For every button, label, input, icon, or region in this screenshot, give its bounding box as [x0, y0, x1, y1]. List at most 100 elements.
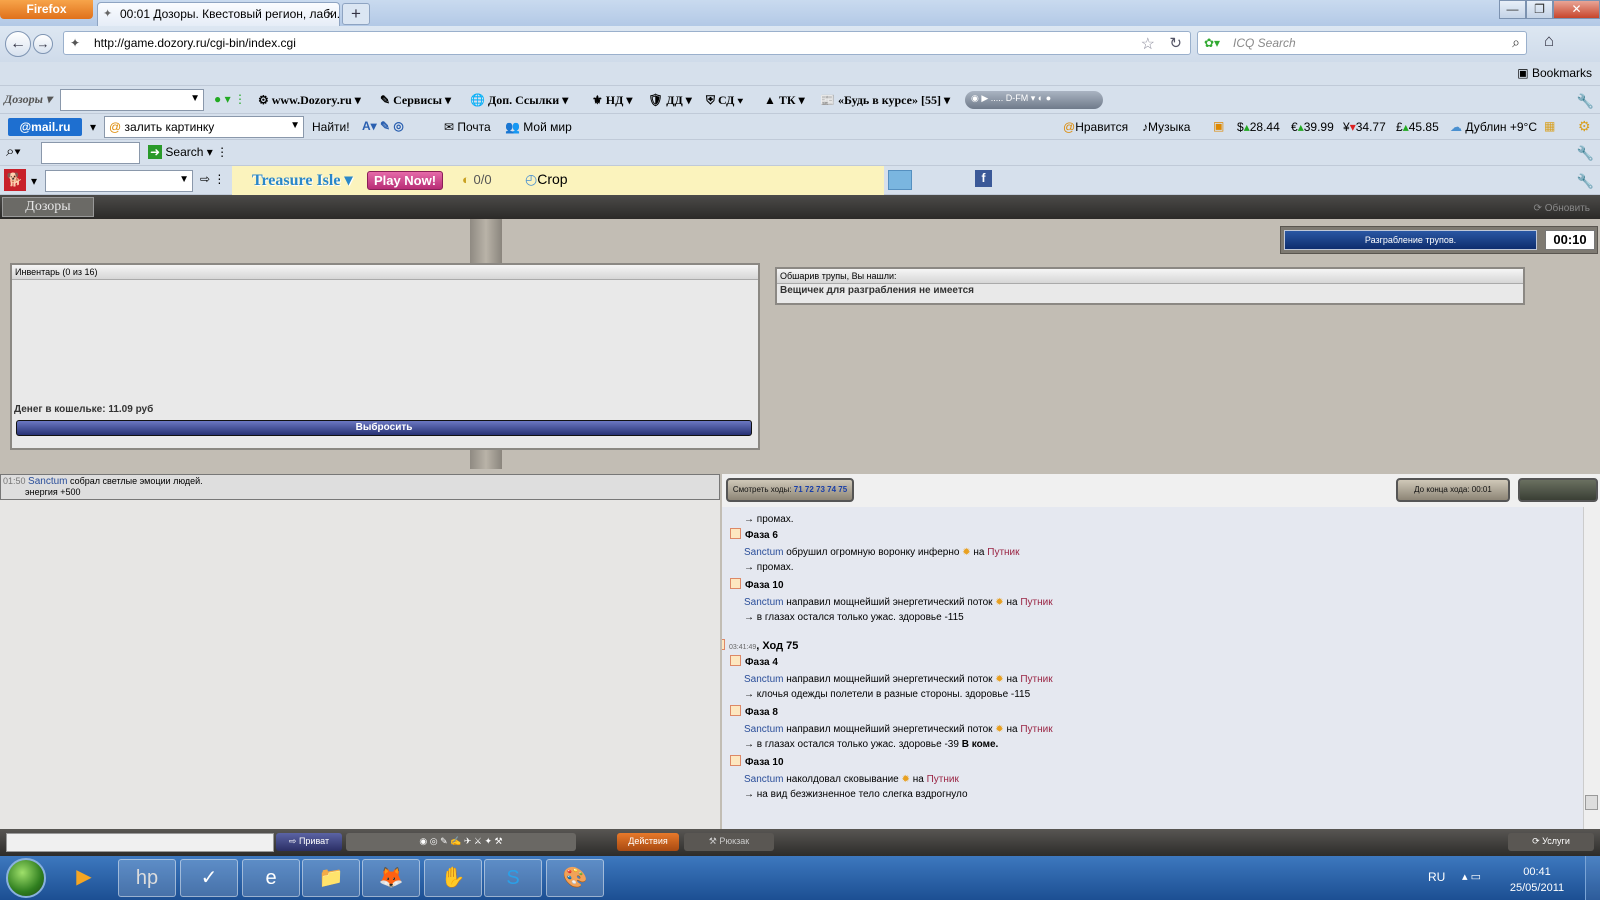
search-icon[interactable]: ⌕: [1512, 34, 1520, 51]
links-menu[interactable]: 🌐 Доп. Ссылки ▾: [470, 93, 568, 108]
picture-icon[interactable]: [888, 170, 912, 190]
start-button[interactable]: [6, 858, 46, 898]
tab-active[interactable]: ✦ 00:01 Дозоры. Квестовый регион, лаби..…: [97, 2, 340, 26]
wrench-icon[interactable]: 🔧: [1577, 93, 1594, 110]
font-icon[interactable]: A▾ ✎ ◎: [362, 119, 404, 133]
view-moves-numbers[interactable]: 71 72 73 74 75: [794, 485, 847, 494]
mail-link[interactable]: ✉ Почта: [444, 120, 491, 134]
toolbar-search-input[interactable]: [41, 142, 140, 164]
target-name[interactable]: Путник: [1020, 674, 1052, 685]
search-engine-icon[interactable]: ✿▾: [1204, 36, 1220, 50]
find-button[interactable]: Найти!: [312, 120, 350, 134]
go-icon[interactable]: ● ▾ ⋮: [214, 92, 246, 106]
sd-menu[interactable]: ⛨ СД ▾: [706, 93, 743, 108]
refresh-button[interactable]: ⟳ Обновить: [1534, 203, 1590, 214]
facebook-icon[interactable]: f: [975, 170, 992, 187]
chat-author[interactable]: Sanctum: [28, 476, 67, 487]
bookmarks-menu[interactable]: ▣ Bookmarks: [1517, 66, 1592, 80]
treasure-isle-logo[interactable]: Treasure Isle ▾: [252, 170, 352, 190]
game-search-input[interactable]: ▼: [45, 170, 193, 192]
log-scrollbar[interactable]: [1583, 507, 1600, 829]
jpy-rate[interactable]: ¥▾34.77: [1343, 120, 1386, 134]
coin-counter[interactable]: ◐ 0/0: [462, 172, 492, 187]
actor-name[interactable]: Sanctum: [744, 547, 783, 558]
dozory-search-input[interactable]: ▼: [60, 89, 204, 111]
wrench-icon-2[interactable]: 🔧: [1577, 145, 1594, 162]
music-link[interactable]: ♪Музыка: [1142, 120, 1190, 134]
myworld-link[interactable]: 👥 Мой мир: [505, 120, 572, 134]
url-bar[interactable]: ✦ http://game.dozory.ru/cgi-bin/index.cg…: [63, 31, 1191, 55]
actor-name[interactable]: Sanctum: [744, 674, 783, 685]
dozory-logo[interactable]: Дозоры ▾: [4, 92, 52, 107]
taskbar-app-icon[interactable]: ▶: [55, 859, 113, 897]
mail-notify-icon[interactable]: ▣: [1213, 119, 1224, 133]
taskbar-app-icon[interactable]: hp: [118, 859, 176, 897]
dog-logo-icon[interactable]: 🐕: [4, 169, 26, 191]
backpack-button[interactable]: ⚒ Рюкзак: [684, 833, 774, 851]
tk-menu[interactable]: ▲ ТК ▾: [764, 93, 805, 108]
news-menu[interactable]: 📰 «Будь в курсе» [55] ▾: [820, 93, 950, 108]
restore-button[interactable]: ❐: [1526, 0, 1553, 19]
like-link[interactable]: @Нравится: [1063, 120, 1128, 134]
private-button[interactable]: ⇨ Приват: [276, 833, 342, 851]
tray-icons[interactable]: ▴ ▭: [1462, 870, 1481, 883]
settings-gear-icon[interactable]: ⚙: [1578, 118, 1591, 135]
actions-button[interactable]: Действия: [617, 833, 679, 851]
play-now-button[interactable]: Play Now!: [367, 171, 443, 190]
taskbar-app-icon[interactable]: 🎨: [546, 859, 604, 897]
services-menu[interactable]: ✎ Сервисы ▾: [380, 93, 451, 108]
radio-player[interactable]: ◉ ▶ ..... D-FM ▾ ◐ ●: [965, 91, 1103, 109]
firefox-menu-button[interactable]: Firefox: [0, 0, 93, 19]
upload-image-input[interactable]: @ залить картинку ▼: [104, 116, 304, 138]
eur-rate[interactable]: €▴39.99: [1291, 120, 1334, 134]
chat-input[interactable]: [6, 833, 274, 852]
actor-name[interactable]: Sanctum: [744, 597, 783, 608]
language-indicator[interactable]: RU: [1428, 870, 1445, 884]
log-scroll-thumb[interactable]: [1585, 795, 1598, 810]
usd-rate[interactable]: $▴28.44: [1237, 120, 1280, 134]
target-name[interactable]: Путник: [1020, 597, 1052, 608]
actor-name[interactable]: Sanctum: [744, 724, 783, 735]
game-logo[interactable]: Дозоры: [2, 197, 94, 217]
logo-menu-arrow[interactable]: ▾: [31, 174, 37, 188]
show-desktop-button[interactable]: [1585, 856, 1600, 900]
widget-icon[interactable]: ▦: [1544, 119, 1555, 133]
mailru-menu-arrow[interactable]: ▾: [90, 120, 96, 134]
target-name[interactable]: Путник: [987, 547, 1019, 558]
search-box[interactable]: ✿▾ ICQ Search ⌕: [1197, 31, 1527, 55]
chat-tool-icons[interactable]: ◉ ◎ ✎ ✍ ✈ ⚔ ✦ ⚒: [346, 833, 576, 851]
bookmark-star-icon[interactable]: ☆: [1141, 34, 1155, 54]
gbp-rate[interactable]: £▴45.85: [1396, 120, 1439, 134]
home-icon[interactable]: ⌂: [1536, 31, 1562, 55]
taskbar-app-icon[interactable]: S: [484, 859, 542, 897]
taskbar-app-icon[interactable]: 🦊: [362, 859, 420, 897]
back-button[interactable]: ←: [5, 31, 31, 57]
taskbar-app-icon[interactable]: 📁: [302, 859, 360, 897]
go-arrow-icon[interactable]: ⇨ ⋮: [200, 172, 225, 186]
new-tab-button[interactable]: +: [342, 3, 370, 25]
weather-link[interactable]: ☁ Дублин +9°C: [1450, 120, 1537, 134]
site-link[interactable]: ⚙ www.Dozory.ru ▾: [258, 93, 361, 108]
dd-menu[interactable]: 🛡 ДД ▾: [648, 93, 692, 108]
drop-button[interactable]: Выбросить: [16, 420, 752, 436]
actor-name[interactable]: Sanctum: [744, 774, 783, 785]
target-name[interactable]: Путник: [1020, 724, 1052, 735]
taskbar-app-icon[interactable]: e: [242, 859, 300, 897]
tab-close-icon[interactable]: ×: [326, 6, 334, 21]
magnifier-icon[interactable]: ⌕▾: [6, 143, 21, 160]
wrench-icon-3[interactable]: 🔧: [1577, 173, 1594, 190]
forward-button[interactable]: →: [33, 34, 53, 54]
taskbar-app-icon[interactable]: ✋: [424, 859, 482, 897]
site-identity-icon[interactable]: ✦: [70, 36, 80, 50]
nd-menu[interactable]: ⚜ НД ▾: [592, 93, 632, 108]
mailru-logo[interactable]: @mail.ru: [8, 118, 82, 136]
system-clock[interactable]: 00:41 25/05/2011: [1500, 864, 1574, 896]
target-name[interactable]: Путник: [927, 774, 959, 785]
minimize-button[interactable]: —: [1499, 0, 1526, 19]
crop-tool[interactable]: ◴Crop: [525, 171, 568, 188]
reload-icon[interactable]: ↻: [1169, 34, 1182, 52]
taskbar-app-icon[interactable]: ✓: [180, 859, 238, 897]
search-button[interactable]: ➜ Search ▾ ⋮: [148, 145, 228, 159]
battle-tools[interactable]: [1518, 478, 1598, 502]
services-button[interactable]: ⟳ Услуги: [1508, 833, 1594, 851]
